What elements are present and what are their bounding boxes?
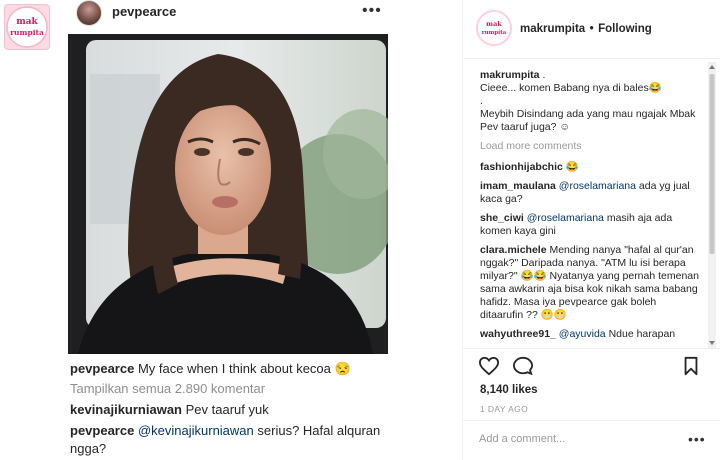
right-avatar-text-mak: mak (486, 20, 502, 28)
comment-username[interactable]: imam_maulana (480, 180, 556, 192)
comment-mention[interactable]: @roselamariana (527, 212, 604, 224)
post-date[interactable]: 1 DAY AGO (480, 404, 528, 414)
post-photo (68, 34, 388, 354)
brand-logo: mak rumpita (4, 4, 50, 50)
comments-scrollbar[interactable] (708, 62, 716, 348)
comment-mention[interactable]: @ayuvida (559, 328, 606, 340)
comment-item: imam_maulana @roselamariana ada yg jual … (480, 180, 702, 206)
right-panel-avatar[interactable]: mak rumpita (476, 10, 512, 46)
bookmark-icon[interactable] (682, 356, 700, 376)
right-avatar-text-rumpita: rumpita (482, 30, 507, 36)
right-caption: makrumpita . Cieee... komen Babang nya d… (480, 69, 702, 134)
post-photo-illustration (68, 34, 388, 354)
comment-mention[interactable]: @roselamariana (559, 180, 636, 192)
logo-text-mak: mak (16, 17, 38, 27)
comment-text: Ndue harapan (608, 328, 676, 340)
scroll-thumb (709, 74, 715, 254)
likes-count[interactable]: 8,140 likes (480, 384, 538, 396)
left-caption-text: My face when I think about kecoa 😒 (137, 361, 351, 376)
comment-item: she_ciwi @roselamariana masih aja ada ko… (480, 212, 702, 238)
left-caption-username[interactable]: pevpearce (70, 361, 134, 376)
comment-username[interactable]: she_ciwi (480, 212, 524, 224)
comment-box-divider (462, 420, 720, 421)
comment-item: fashionhijabchic 😂 (480, 161, 702, 174)
left-comment-2: pevpearce @kevinajikurniawan serius? Haf… (70, 422, 400, 458)
left-caption: pevpearce My face when I think about kec… (70, 360, 400, 378)
left-comment-2-username[interactable]: pevpearce (70, 423, 134, 438)
left-comment-1-text: Pev taaruf yuk (185, 402, 269, 417)
caption-line-1: . (542, 69, 546, 81)
comment-username[interactable]: fashionhijabchic (480, 161, 563, 173)
post-actions (478, 356, 700, 376)
right-caption-username[interactable]: makrumpita (480, 69, 540, 81)
caption-line-4: Meybih Disindang ada yang mau ngajak Mba… (480, 108, 696, 133)
actions-divider (462, 348, 720, 349)
header-divider (462, 58, 720, 59)
caption-line-2: Cieee... komen Babang nya di bales😂 (480, 82, 662, 94)
left-comment-2-mention[interactable]: @kevinajikurniawan (138, 423, 254, 438)
add-comment-input[interactable]: Add a comment... (479, 433, 565, 445)
comment-username[interactable]: clara.michele (480, 244, 547, 256)
header-separator: • (589, 23, 594, 35)
comments-list: makrumpita . Cieee... komen Babang nya d… (480, 69, 702, 347)
following-button[interactable]: Following (598, 23, 652, 35)
left-post-username[interactable]: pevpearce (112, 4, 176, 19)
right-panel-header: mak rumpita makrumpita • Following (476, 10, 652, 46)
comment-item: clara.michele Mending nanya "hafal al qu… (480, 244, 702, 322)
left-comment-1-username[interactable]: kevinajikurniawan (70, 402, 182, 417)
comment-text: 😂 (565, 161, 579, 173)
view-all-comments-link[interactable]: Tampilkan semua 2.890 komentar (70, 380, 265, 398)
left-post-avatar[interactable] (76, 0, 102, 26)
options-more-icon[interactable]: ••• (688, 431, 706, 447)
right-avatar-logo: mak rumpita (479, 13, 509, 43)
logo-graphic: mak rumpita (6, 6, 48, 48)
caption-line-3: . (480, 95, 483, 107)
heart-icon[interactable] (478, 356, 500, 376)
comment-username[interactable]: wahyuthree91_ (480, 328, 556, 340)
comment-item: wahyuthree91_ @ayuvida Ndue harapan (480, 328, 702, 341)
left-comment-1: kevinajikurniawan Pev taaruf yuk (70, 401, 400, 419)
left-post-more-icon[interactable]: ••• (362, 2, 382, 20)
load-more-comments-button[interactable]: Load more comments (480, 140, 702, 153)
right-panel-username[interactable]: makrumpita (520, 23, 585, 35)
comment-icon[interactable] (512, 356, 534, 376)
logo-text-rumpita: rumpita (10, 28, 44, 37)
